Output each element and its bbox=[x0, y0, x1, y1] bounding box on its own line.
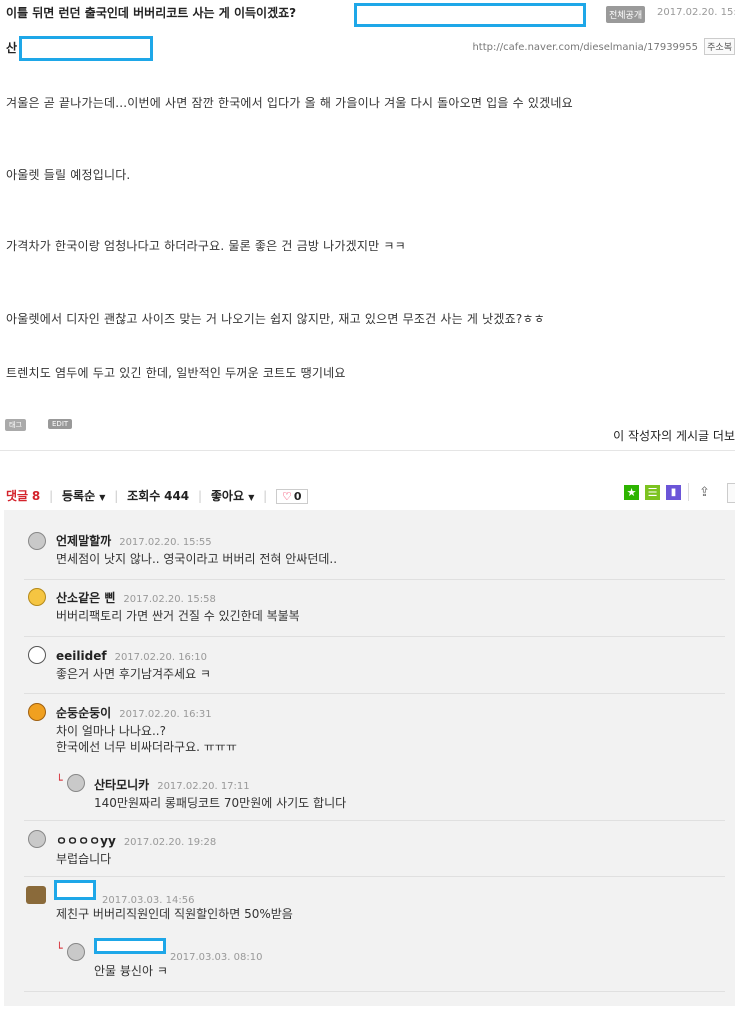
more-posts-link[interactable]: 이 작성자의 게시글 더보 bbox=[613, 427, 735, 444]
list-icon[interactable]: ☰ bbox=[645, 485, 660, 500]
comment-item: 안물 븅신아 ㅋ bbox=[94, 961, 168, 979]
comment-bar: 댓글 8 | 등록순 ▼ | 조회수 444 | 좋아요 ▼ | ♡ 0 bbox=[6, 487, 308, 504]
comment-item: 제친구 버버리직원인데 직원할인하면 50%받음 bbox=[56, 904, 293, 922]
divider bbox=[24, 579, 725, 580]
comment-nick[interactable]: 산소같은 삔 bbox=[56, 591, 115, 605]
comment-date: 2017.02.20. 15:58 bbox=[123, 594, 216, 605]
divider bbox=[24, 991, 725, 992]
avatar bbox=[67, 774, 85, 792]
reply-arrow-icon: └ bbox=[56, 942, 63, 955]
comment-item: eeilidef 2017.02.20. 16:10 좋은거 사면 후기남겨주세요… bbox=[56, 645, 211, 682]
redacted-author bbox=[19, 36, 153, 61]
comment-body: 좋은거 사면 후기남겨주세요 ㅋ bbox=[56, 667, 211, 681]
tag-button[interactable]: 태그 bbox=[5, 419, 26, 431]
views-count: 444 bbox=[164, 489, 190, 503]
avatar bbox=[28, 532, 46, 550]
comment-count: 8 bbox=[31, 489, 41, 503]
divider bbox=[24, 693, 725, 694]
heart-icon: ♡ bbox=[282, 490, 292, 503]
divider bbox=[24, 876, 725, 877]
post-paragraph: 트렌치도 염두에 두고 있긴 한데, 일반적인 두꺼운 코트도 땡기네요 bbox=[6, 366, 346, 380]
comment-body: 한국에선 너무 비싸더라구요. ㅠㅠㅠ bbox=[56, 740, 237, 754]
divider bbox=[688, 483, 689, 501]
comment-nick[interactable]: eeilidef bbox=[56, 649, 107, 663]
comment-date: 2017.02.20. 16:31 bbox=[119, 709, 212, 720]
views-label: 조회수 bbox=[127, 489, 161, 503]
bookmark-icon[interactable]: ▮ bbox=[666, 485, 681, 500]
comment-body: 버버리팩토리 가면 싼거 건질 수 있긴한데 복불복 bbox=[56, 609, 300, 623]
comment-body: 안물 븅신아 ㅋ bbox=[94, 964, 168, 978]
divider bbox=[0, 450, 735, 451]
star-icon[interactable]: ★ bbox=[624, 485, 639, 500]
avatar bbox=[28, 646, 46, 664]
divider bbox=[24, 636, 725, 637]
comment-nick[interactable]: 순둥순둥이 bbox=[56, 706, 111, 720]
comment-item: 언제말할까 2017.02.20. 15:55 면세점이 낫지 않나.. 영국이라… bbox=[56, 530, 337, 567]
comment-body: 차이 얼마나 나나요..? bbox=[56, 724, 166, 738]
post-paragraph: 아울렛 들릴 예정입니다. bbox=[6, 168, 131, 182]
redacted-nick bbox=[94, 938, 166, 954]
like-button[interactable]: ♡ 0 bbox=[276, 489, 308, 504]
comment-body: 부럽습니다 bbox=[56, 852, 112, 866]
comment-item: ㅇㅇㅇㅇyy 2017.02.20. 19:28 부럽습니다 bbox=[56, 830, 216, 867]
like-sort-dropdown[interactable]: 좋아요 ▼ bbox=[211, 489, 254, 503]
comment-nick[interactable]: ㅇㅇㅇㅇyy bbox=[56, 834, 116, 848]
comment-date: 2017.02.20. 17:11 bbox=[157, 781, 250, 792]
comment-label: 댓글 bbox=[6, 489, 29, 503]
post-paragraph: 아울렛에서 디자인 괜찮고 사이즈 맞는 거 나오기는 쉽지 않지만, 재고 있… bbox=[6, 312, 545, 326]
edit-button[interactable]: EDIT bbox=[48, 419, 73, 429]
sort-dropdown[interactable]: 등록순 ▼ bbox=[62, 489, 105, 503]
post-url[interactable]: http://cafe.naver.com/dieselmania/179399… bbox=[472, 42, 698, 53]
comment-date: 2017.02.20. 16:10 bbox=[114, 652, 208, 663]
post-paragraph: 가격차가 한국이랑 엄청나다고 하더라구요. 물론 좋은 건 금방 나가겠지만 … bbox=[6, 239, 406, 253]
comment-list: 언제말할까 2017.02.20. 15:55 면세점이 낫지 않나.. 영국이라… bbox=[4, 510, 735, 1006]
share-icon[interactable]: ⇪ bbox=[697, 485, 712, 500]
more-icon[interactable] bbox=[727, 483, 735, 503]
chevron-down-icon: ▼ bbox=[248, 493, 255, 502]
comment-nick[interactable]: 언제말할까 bbox=[56, 534, 111, 548]
author-name[interactable]: 산 bbox=[6, 39, 17, 56]
avatar bbox=[28, 830, 46, 848]
avatar bbox=[28, 588, 46, 606]
comment-item: 산타모니카 2017.02.20. 17:11 140만원짜리 롱패딩코트 70만… bbox=[94, 774, 346, 811]
post-paragraph: 겨울은 곧 끝나가는데...이번에 사면 잠깐 한국에서 입다가 올 해 가을이… bbox=[6, 96, 573, 110]
comment-date: 2017.02.20. 19:28 bbox=[123, 837, 217, 848]
chevron-down-icon: ▼ bbox=[99, 493, 106, 502]
comment-item: 산소같은 삔 2017.02.20. 15:58 버버리팩토리 가면 싼거 건질 … bbox=[56, 587, 300, 624]
comment-date: 2017.02.20. 15:55 bbox=[119, 537, 212, 548]
visibility-badge: 전체공개 bbox=[606, 6, 646, 23]
comment-item: 순둥순둥이 2017.02.20. 16:31 차이 얼마나 나나요..? 한국에… bbox=[56, 702, 237, 755]
comment-nick[interactable]: 산타모니카 bbox=[94, 778, 149, 792]
avatar bbox=[28, 703, 46, 721]
avatar bbox=[67, 943, 85, 961]
copy-address-button[interactable]: 주소복 bbox=[704, 38, 735, 55]
avatar bbox=[26, 886, 46, 904]
post-date: 2017.02.20. 15:5 bbox=[657, 7, 735, 18]
redacted-nick bbox=[54, 880, 96, 900]
comment-date: 2017.03.03. 08:10 bbox=[170, 952, 263, 963]
divider bbox=[24, 820, 725, 821]
comment-body: 140만원짜리 롱패딩코트 70만원에 사기도 합니다 bbox=[94, 796, 347, 810]
comment-item: 2017.03.03. 08:10 bbox=[170, 945, 262, 964]
reply-arrow-icon: └ bbox=[56, 774, 63, 787]
comment-body: 제친구 버버리직원인데 직원할인하면 50%받음 bbox=[56, 907, 293, 921]
comment-body: 면세점이 낫지 않나.. 영국이라고 버버리 전혀 안싸던데.. bbox=[56, 552, 338, 566]
redacted-box bbox=[354, 3, 586, 27]
post-title: 이틀 뒤면 런던 출국인데 버버리코트 사는 게 이득이겠죠? bbox=[6, 6, 297, 20]
